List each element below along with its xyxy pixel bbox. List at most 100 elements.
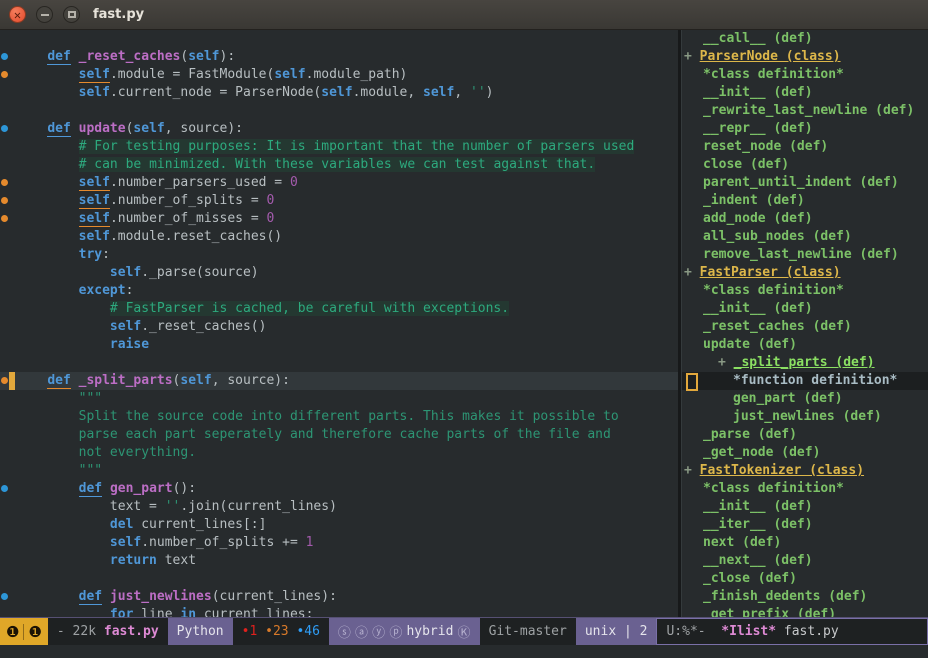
code-line[interactable]: self.module.reset_caches() (0, 228, 678, 246)
sidebar-item[interactable]: _finish_dedents (def) (682, 588, 928, 606)
sidebar-item[interactable]: _indent (def) (682, 192, 928, 210)
minor-modes-segment[interactable]: ⓢ ⓐ ⓨ ⓟ hybrid Ⓚ (329, 618, 480, 645)
code-line-text: # can be minimized. With these variables… (16, 156, 678, 174)
close-button[interactable]: ✕ (9, 6, 26, 23)
sidebar-item[interactable]: _get_prefix (def) (682, 606, 928, 617)
code-line[interactable]: text = ''.join(current_lines) (0, 498, 678, 516)
code-line[interactable]: def just_newlines(current_lines): (0, 588, 678, 606)
imenu-sidebar[interactable]: __call__ (def)+ ParserNode (class)*class… (682, 30, 928, 617)
sidebar-item-label: parent_until_indent (def) (703, 175, 899, 190)
code-line[interactable]: # FastParser is cached, be careful with … (0, 300, 678, 318)
code-line[interactable] (0, 570, 678, 588)
code-line[interactable]: self.module = FastModule(self.module_pat… (0, 66, 678, 84)
sidebar-item[interactable]: _reset_caches (def) (682, 318, 928, 336)
code-editor[interactable]: def _reset_caches(self): self.module = F… (0, 30, 678, 617)
sidebar-item[interactable]: _rewrite_last_newline (def) (682, 102, 928, 120)
code-line[interactable]: Split the source code into different par… (0, 408, 678, 426)
code-line[interactable] (0, 30, 678, 48)
code-line[interactable]: # can be minimized. With these variables… (0, 156, 678, 174)
sidebar-item-label: _reset_caches (def) (703, 319, 852, 334)
code-line[interactable]: """ (0, 462, 678, 480)
fringe (0, 498, 16, 516)
sidebar-item[interactable]: _get_node (def) (682, 444, 928, 462)
code-line[interactable]: self.number_of_splits += 1 (0, 534, 678, 552)
sidebar-item[interactable]: just_newlines (def) (682, 408, 928, 426)
sidebar-item[interactable]: _parse (def) (682, 426, 928, 444)
sidebar-item[interactable]: add_node (def) (682, 210, 928, 228)
sidebar-item[interactable]: _close (def) (682, 570, 928, 588)
sidebar-item[interactable]: *class definition* (682, 480, 928, 498)
code-line[interactable]: except: (0, 282, 678, 300)
echo-area[interactable] (0, 645, 928, 658)
code-line[interactable]: for line in current_lines: (0, 606, 678, 617)
sidebar-item[interactable]: close (def) (682, 156, 928, 174)
code-line-text: def update(self, source): (16, 120, 678, 138)
sidebar-item[interactable]: *function definition* (682, 372, 928, 390)
expand-icon[interactable]: + (684, 463, 700, 478)
code-line[interactable]: def update(self, source): (0, 120, 678, 138)
sidebar-item-label: ParserNode (class) (700, 49, 841, 64)
code-line[interactable]: self.number_parsers_used = 0 (0, 174, 678, 192)
sidebar-item[interactable]: __iter__ (def) (682, 516, 928, 534)
sidebar-item[interactable]: reset_node (def) (682, 138, 928, 156)
code-line[interactable]: def gen_part(): (0, 480, 678, 498)
expand-icon[interactable]: + (684, 265, 700, 280)
sidebar-item[interactable]: __init__ (def) (682, 498, 928, 516)
sidebar-item[interactable]: all_sub_nodes (def) (682, 228, 928, 246)
code-line[interactable]: # For testing purposes: It is important … (0, 138, 678, 156)
code-line[interactable]: try: (0, 246, 678, 264)
encoding-segment[interactable]: unix | 2 (576, 618, 657, 645)
code-line[interactable] (0, 354, 678, 372)
git-branch-segment[interactable]: Git-master (480, 618, 576, 645)
fringe (0, 282, 16, 300)
sidebar-item[interactable]: __init__ (def) (682, 84, 928, 102)
sidebar-item[interactable]: remove_last_newline (def) (682, 246, 928, 264)
sidebar-item[interactable]: + FastParser (class) (682, 264, 928, 282)
code-line[interactable]: self._reset_caches() (0, 318, 678, 336)
sidebar-item[interactable]: update (def) (682, 336, 928, 354)
fringe (0, 228, 16, 246)
expand-icon[interactable]: + (684, 49, 700, 64)
code-line[interactable] (0, 102, 678, 120)
sidebar-item[interactable]: __init__ (def) (682, 300, 928, 318)
flycheck-segment[interactable]: •1 •23 •46 (233, 618, 329, 645)
code-line[interactable]: not everything. (0, 444, 678, 462)
sidebar-item-label: next (def) (703, 535, 781, 550)
sidebar-item[interactable]: *class definition* (682, 282, 928, 300)
code-line[interactable]: def _reset_caches(self): (0, 48, 678, 66)
code-line[interactable]: del current_lines[:] (0, 516, 678, 534)
code-line[interactable]: parse each part seperately and therefore… (0, 426, 678, 444)
sidebar-item[interactable]: __repr__ (def) (682, 120, 928, 138)
code-line[interactable]: raise (0, 336, 678, 354)
code-line[interactable]: self.current_node = ParserNode(self.modu… (0, 84, 678, 102)
code-line[interactable]: self._parse(source) (0, 264, 678, 282)
sidebar-item[interactable]: + _split_parts (def) (682, 354, 928, 372)
minimize-button[interactable] (36, 6, 53, 23)
fringe (0, 192, 16, 210)
sidebar-item[interactable]: *class definition* (682, 66, 928, 84)
sidebar-item[interactable]: __next__ (def) (682, 552, 928, 570)
close-icon: ✕ (14, 9, 21, 21)
sidebar-item[interactable]: + FastTokenizer (class) (682, 462, 928, 480)
expand-icon[interactable]: + (718, 355, 734, 370)
sidebar-item-label: _split_parts (def) (734, 355, 875, 370)
buffer-info-segment[interactable]: - 22k fast.py (48, 618, 168, 645)
major-mode-segment[interactable]: Python (168, 618, 233, 645)
sidebar-item[interactable]: next (def) (682, 534, 928, 552)
code-line[interactable]: self.number_of_splits = 0 (0, 192, 678, 210)
sidebar-item[interactable]: + ParserNode (class) (682, 48, 928, 66)
maximize-button[interactable] (63, 6, 80, 23)
window-number-segment[interactable]: ❶❶ (0, 618, 48, 645)
minimize-icon (41, 14, 49, 16)
warning-dot-icon (1, 377, 8, 384)
sidebar-item[interactable]: parent_until_indent (def) (682, 174, 928, 192)
sidebar-item[interactable]: gen_part (def) (682, 390, 928, 408)
fringe (0, 354, 16, 372)
maximize-icon (68, 11, 76, 18)
code-line[interactable]: return text (0, 552, 678, 570)
ilist-buffer-segment[interactable]: U:%*- *Ilist* fast.py (656, 618, 928, 645)
code-line[interactable]: self.number_of_misses = 0 (0, 210, 678, 228)
sidebar-item[interactable]: __call__ (def) (682, 30, 928, 48)
code-line[interactable]: def _split_parts(self, source): (0, 372, 678, 390)
code-line[interactable]: """ (0, 390, 678, 408)
